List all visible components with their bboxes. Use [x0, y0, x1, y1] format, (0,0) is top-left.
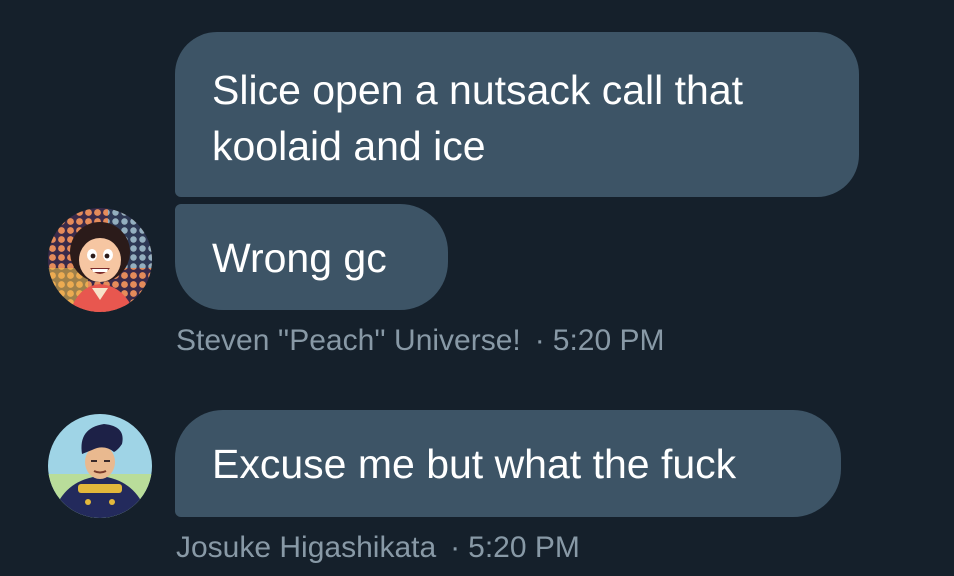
meta-separator: ·	[534, 324, 545, 357]
message-text: Wrong gc	[212, 235, 387, 281]
josuke-avatar-icon[interactable]	[48, 414, 152, 518]
message-meta: Josuke Higashikata · 5:20 PM	[176, 530, 580, 566]
timestamp: 5:20 PM	[552, 324, 665, 357]
chat-thread: Slice open a nutsack call that koolaid a…	[0, 0, 954, 576]
avatar-image	[48, 414, 152, 518]
avatar-image	[48, 208, 152, 312]
sender-name[interactable]: Josuke Higashikata	[176, 531, 436, 564]
timestamp: 5:20 PM	[468, 531, 580, 564]
sender-name[interactable]: Steven ''Peach'' Universe!	[176, 324, 521, 357]
message-bubble[interactable]: Wrong gc	[175, 204, 448, 310]
message-bubble[interactable]: Slice open a nutsack call that koolaid a…	[175, 32, 859, 197]
steven-universe-avatar-icon[interactable]	[48, 208, 152, 312]
message-text: Excuse me but what the fuck	[212, 441, 737, 487]
message-bubble[interactable]: Excuse me but what the fuck	[175, 410, 841, 517]
meta-separator: ·	[450, 531, 461, 564]
message-text: Slice open a nutsack call that koolaid a…	[212, 67, 744, 169]
message-meta: Steven ''Peach'' Universe! · 5:20 PM	[176, 323, 665, 359]
